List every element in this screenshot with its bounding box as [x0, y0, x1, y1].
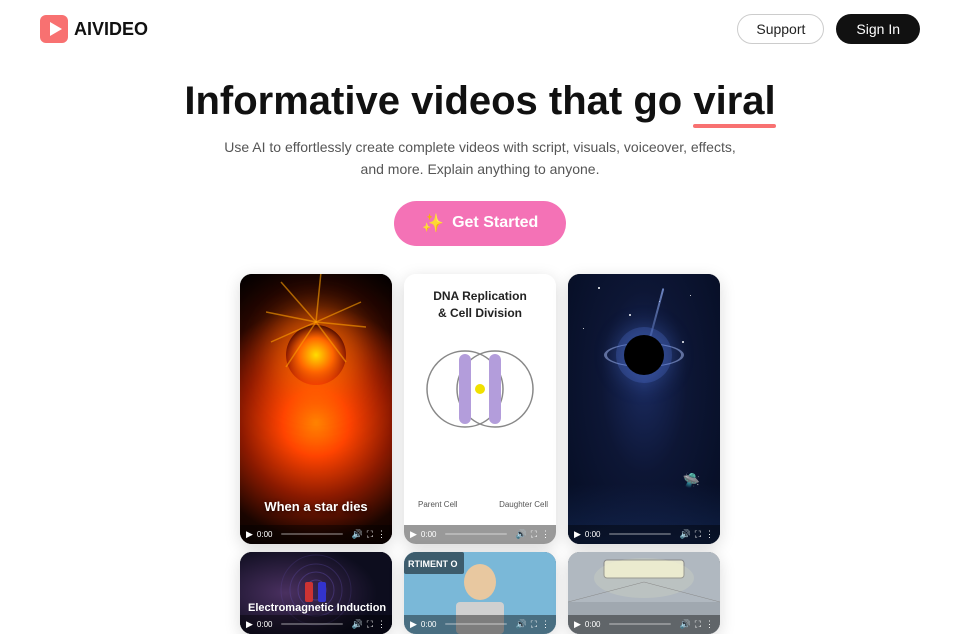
more-icon-bh: ⋮ [705, 529, 714, 540]
time-star: 0:00 [257, 530, 273, 539]
volume-icon-em: 🔊 [351, 619, 362, 630]
bh-video-controls[interactable]: ▶ 0:00 🔊 ⛶ ⋮ [568, 525, 720, 544]
navbar: AIVIDEO Support Sign In [0, 0, 960, 58]
volume-icon-dna: 🔊 [515, 529, 526, 540]
video-card-electromagnetic[interactable]: Electromagnetic Induction ▶ 0:00 🔊 ⛶ ⋮ [240, 552, 392, 634]
fullscreen-icon-person: ⛶ [531, 619, 537, 630]
progress-bh [609, 533, 672, 535]
video-card-room[interactable]: ▶ 0:00 🔊 ⛶ ⋮ [568, 552, 720, 634]
progress-em [281, 623, 344, 625]
fullscreen-icon-dna: ⛶ [531, 529, 537, 540]
card-inner-person: RTIMENT O ▶ 0:00 🔊 ⛶ ⋮ [404, 552, 556, 634]
play-icon-em: ▶ [246, 619, 253, 630]
play-icon-bh: ▶ [574, 529, 581, 540]
parent-cell-label: Parent Cell [418, 500, 458, 509]
dna-title-line1: DNA Replication [433, 289, 527, 303]
video-row-1: When a star dies ▶ 0:00 🔊 ⛶ ⋮ DNA Replic… [0, 264, 960, 544]
blackhole-hole [624, 335, 664, 375]
satellite-icon: 🛸 [683, 472, 700, 489]
more-icon-person: ⋮ [541, 619, 550, 630]
card-inner-em: Electromagnetic Induction ▶ 0:00 🔊 ⛶ ⋮ [240, 552, 392, 634]
card-inner-star: When a star dies ▶ 0:00 🔊 ⛶ ⋮ [240, 274, 392, 544]
progress-room [609, 623, 672, 625]
more-icon-dna: ⋮ [541, 529, 550, 540]
svg-text:RTIMENT O: RTIMENT O [408, 559, 458, 569]
daughter-cell-label: Daughter Cell [499, 500, 548, 509]
em-card-label: Electromagnetic Induction [248, 602, 386, 614]
sparkle-icon: ✨ [422, 213, 444, 234]
dna-title-line2: & Cell Division [438, 306, 522, 320]
volume-icon-star: 🔊 [351, 529, 362, 540]
star-video-controls[interactable]: ▶ 0:00 🔊 ⛶ ⋮ [240, 525, 392, 544]
more-icon-star: ⋮ [377, 529, 386, 540]
nav-right: Support Sign In [737, 14, 920, 44]
play-icon-dna: ▶ [410, 529, 417, 540]
cta-label: Get Started [452, 214, 538, 232]
hero-title-part1: Informative videos that go [184, 79, 693, 123]
em-video-controls[interactable]: ▶ 0:00 🔊 ⛶ ⋮ [240, 615, 392, 634]
card-inner-blackhole: 🛸 ▶ 0:00 🔊 ⛶ ⋮ [568, 274, 720, 544]
support-button[interactable]: Support [737, 14, 824, 44]
video-card-person[interactable]: RTIMENT O ▶ 0:00 🔊 ⛶ ⋮ [404, 552, 556, 634]
play-icon-room: ▶ [574, 619, 581, 630]
video-card-star[interactable]: When a star dies ▶ 0:00 🔊 ⛶ ⋮ [240, 274, 392, 544]
more-icon-room: ⋮ [705, 619, 714, 630]
star-card-label: When a star dies [240, 499, 392, 514]
star-rays [266, 274, 366, 373]
fullscreen-icon-room: ⛶ [695, 619, 701, 630]
volume-icon-bh: 🔊 [679, 529, 690, 540]
dna-title: DNA Replication & Cell Division [404, 288, 556, 322]
brand-name: AIVIDEO [74, 19, 148, 40]
time-room: 0:00 [585, 620, 601, 629]
logo-icon [40, 15, 68, 43]
volume-icon-room: 🔊 [679, 619, 690, 630]
card-inner-room: ▶ 0:00 🔊 ⛶ ⋮ [568, 552, 720, 634]
time-dna: 0:00 [421, 530, 437, 539]
time-bh: 0:00 [585, 530, 601, 539]
progress-star [281, 533, 344, 535]
hero-title: Informative videos that go viral [184, 78, 775, 124]
signin-button[interactable]: Sign In [836, 14, 920, 44]
fullscreen-icon-em: ⛶ [367, 619, 373, 630]
progress-dna [445, 533, 508, 535]
fullscreen-icon-bh: ⛶ [695, 529, 701, 540]
logo: AIVIDEO [40, 15, 148, 43]
hero-title-highlight: viral [693, 78, 775, 124]
fullscreen-icon-star: ⛶ [367, 529, 373, 540]
hero-subtitle: Use AI to effortlessly create complete v… [40, 136, 920, 181]
dna-video-controls[interactable]: ▶ 0:00 🔊 ⛶ ⋮ [404, 525, 556, 544]
hero-subtitle-line1: Use AI to effortlessly create complete v… [224, 139, 736, 155]
video-card-blackhole[interactable]: 🛸 ▶ 0:00 🔊 ⛶ ⋮ [568, 274, 720, 544]
more-icon-em: ⋮ [377, 619, 386, 630]
play-icon-star: ▶ [246, 529, 253, 540]
hero-section: Informative videos that go viral Use AI … [0, 58, 960, 264]
progress-person [445, 623, 508, 625]
time-em: 0:00 [257, 620, 273, 629]
person-video-controls[interactable]: ▶ 0:00 🔊 ⛶ ⋮ [404, 615, 556, 634]
time-person: 0:00 [421, 620, 437, 629]
hero-subtitle-line2: and more. Explain anything to anyone. [361, 161, 600, 177]
cta-button[interactable]: ✨ Get Started [394, 201, 567, 246]
room-video-controls[interactable]: ▶ 0:00 🔊 ⛶ ⋮ [568, 615, 720, 634]
volume-icon-person: 🔊 [515, 619, 526, 630]
video-row-2: Electromagnetic Induction ▶ 0:00 🔊 ⛶ ⋮ R… [0, 544, 960, 634]
dna-venn [415, 324, 545, 454]
video-card-dna[interactable]: DNA Replication & Cell Division Parent C… [404, 274, 556, 544]
play-icon-person: ▶ [410, 619, 417, 630]
card-inner-dna: DNA Replication & Cell Division Parent C… [404, 274, 556, 544]
